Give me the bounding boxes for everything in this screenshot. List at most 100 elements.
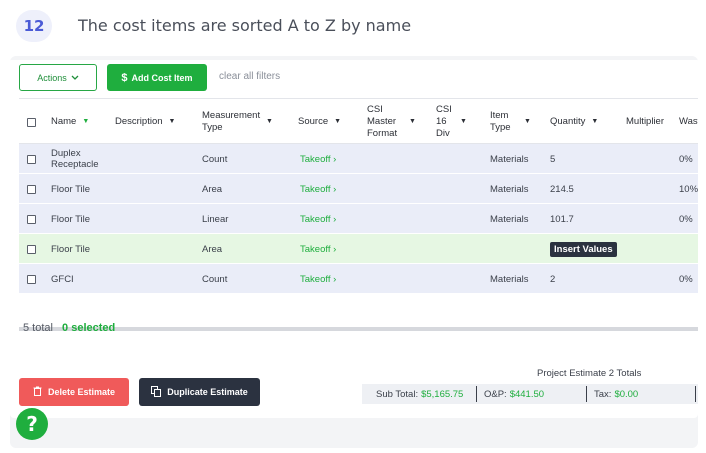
table-row[interactable]: Floor Tile Linear Takeoff › Materials 10… [19, 204, 698, 234]
cell-source-link[interactable]: Takeoff › [300, 174, 336, 204]
chevron-right-icon: › [333, 183, 337, 195]
divider [476, 386, 477, 402]
delete-estimate-button[interactable]: Delete Estimate [19, 378, 129, 406]
trash-icon [33, 386, 42, 398]
sort-icon[interactable]: ▼ [169, 116, 176, 128]
source-label: Takeoff [300, 183, 331, 195]
cell-source-link[interactable]: Takeoff › [300, 234, 336, 264]
cell-measurement: Area [202, 243, 223, 255]
select-all-cell [27, 99, 36, 145]
column-name-label: Name [51, 116, 77, 127]
cell-item-type: Materials [490, 273, 529, 285]
column-multiplier[interactable]: Multiplier [626, 99, 664, 145]
column-csi-master-label: CSI Master Format [367, 104, 398, 139]
column-csi-16-label: CSI 16 Div [436, 104, 452, 139]
source-label: Takeoff [300, 243, 331, 255]
cell-name: Floor Tile [51, 183, 91, 195]
column-item-type[interactable]: Item Type ▼ [490, 99, 540, 145]
copy-icon [151, 385, 162, 399]
add-cost-item-label: Add Cost Item [131, 72, 193, 83]
subtotal-value: $5,165.75 [421, 388, 464, 400]
row-checkbox[interactable] [27, 274, 36, 284]
divider [586, 386, 587, 402]
column-waste[interactable]: Wast [679, 99, 698, 145]
add-cost-item-button[interactable]: $ Add Cost Item [107, 64, 207, 91]
cell-item-type: Materials [490, 213, 529, 225]
column-source-label: Source [298, 116, 329, 127]
help-button[interactable]: ? [16, 408, 48, 440]
cell-quantity: 101.7 [550, 213, 574, 225]
column-multiplier-label: Multiplier [626, 116, 665, 127]
actions-dropdown-button[interactable]: Actions [19, 64, 97, 91]
cell-quantity: 2 [550, 273, 556, 285]
sort-icon[interactable]: ▼ [460, 116, 467, 128]
chevron-right-icon: › [333, 243, 337, 255]
source-label: Takeoff [300, 213, 331, 225]
divider [695, 386, 696, 402]
column-item-type-label: Item Type [490, 110, 511, 133]
cell-quantity: 5 [550, 153, 556, 165]
column-name[interactable]: Name ▼ [51, 99, 89, 145]
row-checkbox[interactable] [27, 184, 36, 194]
cell-source-link[interactable]: Takeoff › [300, 264, 336, 294]
sort-icon[interactable]: ▼ [591, 116, 598, 128]
column-source[interactable]: Source ▼ [298, 99, 341, 145]
op-value: $441.50 [509, 388, 545, 400]
cell-measurement: Count [202, 273, 228, 285]
column-description[interactable]: Description ▼ [115, 99, 175, 145]
sort-icon[interactable]: ▼ [266, 116, 273, 128]
column-measurement-type[interactable]: Measurement Type ▼ [202, 99, 282, 145]
table-row[interactable]: Duplex Receptacle Count Takeoff › Materi… [19, 144, 698, 174]
cell-source-link[interactable]: Takeoff › [300, 144, 336, 174]
cell-name: Floor Tile [51, 213, 91, 225]
subtotal: Sub Total: $5,165.75 [376, 384, 463, 404]
insert-values-button[interactable]: Insert Values [550, 241, 617, 257]
cell-name: Floor Tile [51, 243, 91, 255]
cell-waste: 0% [679, 273, 693, 285]
cost-items-panel: Actions $ Add Cost Item clear all filter… [10, 60, 698, 418]
sort-icon[interactable]: ▼ [334, 116, 341, 128]
sort-icon[interactable]: ▼ [409, 116, 416, 128]
cell-measurement: Linear [202, 213, 229, 225]
cell-item-type: Materials [490, 183, 529, 195]
chevron-right-icon: › [333, 213, 337, 225]
selection-summary: 5 total 0 selected [23, 322, 115, 334]
selected-count: 0 selected [62, 322, 116, 334]
cell-name: Duplex Receptacle [51, 148, 99, 170]
column-measurement-label: Measurement Type [202, 110, 261, 133]
table-row[interactable]: GFCI Count Takeoff › Materials 2 0% [19, 264, 698, 294]
column-quantity-label: Quantity [550, 116, 586, 127]
cost-items-table: Name ▼ Description ▼ Measurement Type ▼ … [19, 98, 698, 331]
sort-icon[interactable]: ▼ [524, 116, 531, 128]
toolbar: Actions $ Add Cost Item clear all filter… [19, 64, 689, 92]
select-all-checkbox[interactable] [27, 117, 36, 127]
op-label: O&P: [484, 388, 507, 400]
column-csi-16[interactable]: CSI 16 Div ▼ [436, 99, 476, 145]
total-count: 5 total [23, 322, 53, 334]
cell-waste: 0% [679, 153, 693, 165]
horizontal-scrollbar[interactable] [19, 327, 698, 331]
chevron-down-icon [71, 73, 79, 83]
source-label: Takeoff [300, 273, 331, 285]
cell-source-link[interactable]: Takeoff › [300, 204, 336, 234]
row-checkbox[interactable] [27, 244, 36, 254]
cell-measurement: Count [202, 153, 228, 165]
row-checkbox[interactable] [27, 214, 36, 224]
cell-name: GFCI [51, 273, 74, 285]
duplicate-estimate-button[interactable]: Duplicate Estimate [139, 378, 260, 406]
actions-label: Actions [37, 72, 67, 83]
table-row-new[interactable]: Floor Tile Area Takeoff › Insert Values [19, 234, 698, 264]
chevron-right-icon: › [333, 153, 337, 165]
step-header: 12 The cost items are sorted A to Z by n… [0, 0, 706, 56]
clear-filters-link[interactable]: clear all filters [219, 71, 280, 82]
subtotal-label: Sub Total: [376, 388, 419, 400]
chevron-right-icon: › [333, 273, 337, 285]
table-row[interactable]: Floor Tile Area Takeoff › Materials 214.… [19, 174, 698, 204]
sort-ascending-icon[interactable]: ▼ [82, 116, 89, 128]
app-window: Actions $ Add Cost Item clear all filter… [10, 56, 698, 448]
column-quantity[interactable]: Quantity ▼ [550, 99, 598, 145]
row-checkbox[interactable] [27, 154, 36, 164]
column-waste-label: Wast [679, 116, 698, 127]
totals-title: Project Estimate 2 Totals [537, 368, 642, 379]
column-csi-master[interactable]: CSI Master Format ▼ [367, 99, 427, 145]
